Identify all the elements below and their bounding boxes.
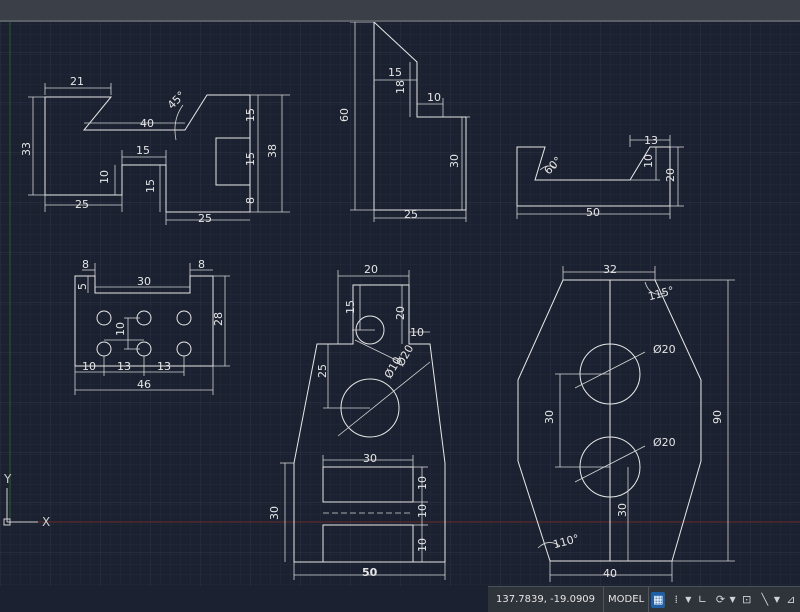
dim-text: Ø20	[653, 436, 676, 449]
model-space-button[interactable]: MODEL	[604, 587, 650, 612]
dim-text: 15	[144, 179, 157, 193]
dim-text: 30	[363, 452, 377, 465]
dim-text: 30	[268, 506, 281, 520]
grid	[0, 22, 800, 586]
dim-text: 18	[394, 80, 407, 94]
dim-text: 20	[394, 306, 407, 320]
annotation-icon[interactable]: ╲	[758, 592, 772, 608]
dim-text: 60	[338, 108, 351, 122]
polar-icon[interactable]: ⟳	[713, 592, 727, 608]
dim-text: 30	[543, 410, 556, 424]
dim-text: 15	[136, 144, 150, 157]
dim-text: 25	[316, 364, 329, 378]
status-bar: 137.7839, -19.0909 MODEL ▦ ⁞ ▼ ∟ ⟳ ▼ ⊡ ╲…	[488, 586, 800, 612]
dim-text: 20	[664, 168, 677, 182]
dim-text: 90	[711, 410, 724, 424]
dim-text: 21	[70, 75, 84, 88]
ortho-icon[interactable]: ∟	[695, 592, 709, 608]
dim-text: 13	[117, 360, 131, 373]
dim-text: Ø20	[653, 343, 676, 356]
dim-text: 10	[427, 91, 441, 104]
dim-text: 5	[76, 283, 89, 290]
dim-text: 13	[157, 360, 171, 373]
dim-text: 13	[644, 134, 658, 147]
dim-text: 28	[212, 312, 225, 326]
dim-text: 10	[82, 360, 96, 373]
dim-text: 10	[410, 326, 424, 339]
dim-text: 32	[603, 263, 617, 276]
dim-text: 8	[244, 197, 257, 204]
dim-text: 25	[198, 212, 212, 225]
dim-text: 10	[416, 476, 429, 490]
dim-text: 50	[586, 206, 600, 219]
dim-text: 10	[642, 154, 655, 168]
ucs-x-label: X	[42, 515, 50, 529]
scale-icon[interactable]: ⊿	[784, 592, 798, 608]
dim-text: 40	[603, 567, 617, 580]
title-bar	[0, 0, 800, 22]
dim-text: 10	[114, 322, 127, 336]
dim-text: 38	[266, 144, 279, 158]
dim-text: 15	[388, 66, 402, 79]
dim-text: 46	[137, 378, 151, 391]
dim-text: 10	[98, 170, 111, 184]
dim-text: 8	[198, 258, 205, 271]
dim-text: 40	[140, 117, 154, 130]
dim-text: 25	[404, 208, 418, 221]
ucs-y-label: Y	[3, 472, 12, 486]
dim-text: 25	[75, 198, 89, 211]
dim-text: 30	[448, 154, 461, 168]
chevron-down-icon[interactable]: ▼	[685, 595, 691, 604]
dim-text: 8	[82, 258, 89, 271]
dim-text: 10	[416, 538, 429, 552]
dim-text: 20	[364, 263, 378, 276]
dim-text: 15	[244, 152, 257, 166]
chevron-down-icon[interactable]: ▼	[774, 595, 780, 604]
dim-text: 33	[20, 142, 33, 156]
coordinate-readout: 137.7839, -19.0909	[488, 587, 605, 612]
osnap-icon[interactable]: ⊡	[740, 592, 754, 608]
dim-text: 30	[616, 503, 629, 517]
dim-text: 10	[416, 504, 429, 518]
chevron-down-icon[interactable]: ▼	[730, 595, 736, 604]
dim-text: 30	[137, 275, 151, 288]
dim-text: 15	[244, 108, 257, 122]
model-space-canvas[interactable]: Y X 21 40 45° 33 15 15 38 8 15 10 15 25 …	[0, 22, 800, 586]
grid-icon[interactable]: ▦	[651, 591, 666, 608]
dim-text: 50	[362, 566, 378, 579]
snap-icon[interactable]: ⁞	[669, 592, 683, 608]
dim-text: 15	[344, 300, 357, 314]
